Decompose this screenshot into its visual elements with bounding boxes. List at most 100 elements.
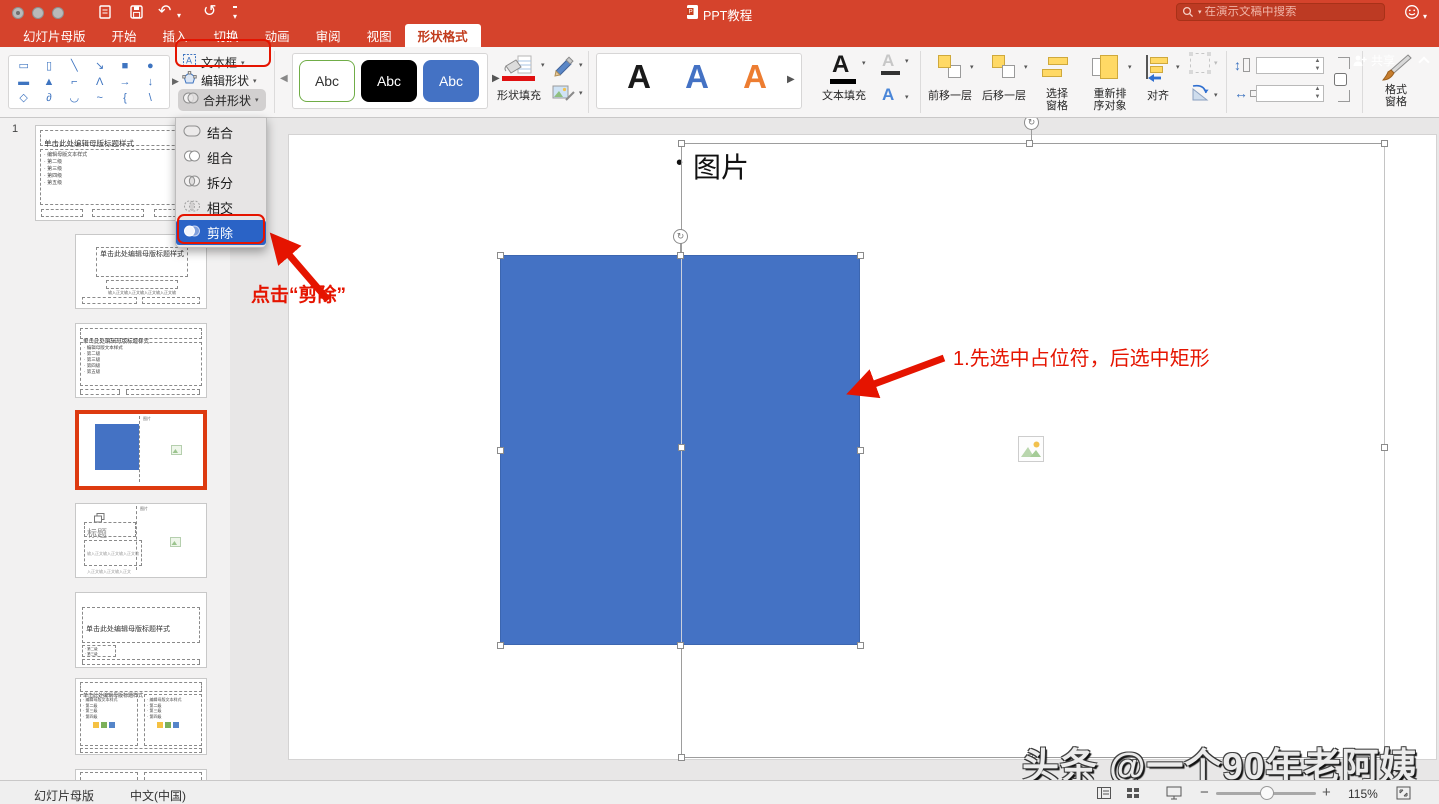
zoom-level[interactable]: 115% [1348, 787, 1378, 801]
zoom-slider-thumb[interactable] [1260, 786, 1274, 800]
normal-view-icon[interactable] [1097, 787, 1111, 802]
menu-item-fragment[interactable]: 拆分 [176, 170, 266, 195]
undo-dropdown-icon[interactable]: ▾ [177, 8, 181, 24]
redo-icon[interactable]: ↺ [203, 4, 216, 20]
shape-fill-caret-icon[interactable]: ▾ [541, 61, 545, 69]
close-window-icon[interactable] [12, 7, 24, 19]
shape-icon[interactable]: ◡ [62, 91, 87, 105]
style-gallery-next-icon[interactable]: ▶ [492, 73, 500, 84]
tab-transitions[interactable]: 切换 [201, 24, 252, 47]
shape-icon[interactable]: ■ [112, 59, 137, 73]
selection-handle[interactable] [678, 754, 685, 761]
rotate-objects-caret-icon[interactable]: ▾ [1214, 91, 1218, 99]
shape-fill-button[interactable] [502, 55, 534, 84]
selection-handle[interactable] [677, 252, 684, 259]
picture-placeholder-icon[interactable] [1018, 436, 1044, 467]
menu-item-subtract[interactable]: 剪除 [176, 220, 266, 245]
shape-icon[interactable]: ↓ [138, 75, 163, 89]
height-stepper[interactable]: ▲▼ [1312, 57, 1323, 74]
shape-outline-caret-icon[interactable]: ▾ [579, 61, 583, 69]
tab-insert[interactable]: 插入 [150, 24, 201, 47]
tab-review[interactable]: 审阅 [303, 24, 354, 47]
content-placeholder-text[interactable]: • 图片 [676, 146, 749, 186]
feedback-caret-icon[interactable]: ▾ [1423, 9, 1427, 25]
more-commands-icon[interactable]: ▾ [233, 6, 237, 25]
shape-style-option[interactable]: Abc [423, 60, 479, 102]
shape-icon[interactable]: → [112, 75, 137, 89]
text-effects-button[interactable]: A [882, 85, 894, 105]
tab-slide-master[interactable]: 幻灯片母版 [10, 24, 99, 47]
text-effects-caret-icon[interactable]: ▾ [905, 93, 909, 101]
selection-handle[interactable] [497, 642, 504, 649]
shape-icon[interactable]: ⌐ [62, 75, 87, 89]
shape-icon[interactable]: ◇ [11, 91, 36, 105]
selection-handle[interactable] [677, 642, 684, 649]
shape-outline-button[interactable] [552, 55, 576, 82]
selection-handle[interactable] [1381, 140, 1388, 147]
shape-icon[interactable]: Λ [87, 75, 112, 89]
bring-forward-caret-icon[interactable]: ▾ [970, 63, 974, 71]
selection-handle[interactable] [678, 140, 685, 147]
edit-shape-button[interactable]: 编辑形状▾ [182, 71, 257, 90]
search-box[interactable]: ▾ [1176, 3, 1385, 21]
shape-icon[interactable]: ↘ [87, 59, 112, 73]
shape-icon[interactable]: ∂ [36, 91, 61, 105]
shape-icon[interactable]: \ [138, 91, 163, 105]
selection-handle[interactable] [497, 252, 504, 259]
selection-handle[interactable] [857, 252, 864, 259]
slide-thumbnail-layout[interactable]: 单击此处编辑母版标题样式 第二级 第三级 [75, 592, 207, 668]
shape-gallery-expand-icon[interactable]: ▶ [172, 76, 179, 87]
tab-shape-format[interactable]: 形状格式 [405, 24, 481, 47]
zoom-out-button[interactable]: − [1200, 784, 1209, 801]
selection-handle[interactable] [857, 447, 864, 454]
menu-item-combine[interactable]: 组合 [176, 145, 266, 170]
format-pane-button[interactable]: 格式窗格 [1376, 85, 1416, 108]
zoom-window-icon[interactable] [52, 7, 64, 19]
shape-icon[interactable]: ● [138, 59, 163, 73]
shape-icon[interactable]: ▬ [11, 75, 36, 89]
reorder-objects-caret-icon[interactable]: ▾ [1128, 63, 1132, 71]
wordart-style-option[interactable]: A [675, 58, 719, 96]
slideshow-icon[interactable] [1166, 786, 1182, 803]
shape-icon[interactable]: { [112, 91, 137, 105]
selection-handle[interactable] [1026, 140, 1033, 147]
shape-icon[interactable]: ╲ [62, 59, 87, 73]
zoom-in-button[interactable]: + [1322, 784, 1331, 801]
lock-aspect-ratio-checkbox[interactable] [1334, 73, 1347, 86]
tab-home[interactable]: 开始 [99, 24, 150, 47]
text-fill-caret-icon[interactable]: ▾ [862, 59, 866, 67]
selection-handle[interactable] [678, 444, 685, 451]
width-stepper[interactable]: ▲▼ [1312, 85, 1323, 102]
save-icon[interactable] [129, 4, 144, 24]
undo-icon[interactable]: ↶ [158, 4, 171, 20]
text-outline-button[interactable]: A [882, 51, 894, 71]
reorder-objects-button[interactable]: 重新排序对象 [1082, 89, 1138, 112]
search-scope-caret-icon[interactable]: ▾ [1198, 8, 1202, 16]
fit-to-window-icon[interactable] [1396, 786, 1411, 803]
textbox-button[interactable]: A 文本框▾ [182, 53, 245, 72]
slide-thumbnail-layout[interactable]: 单击此处编辑母版标题样式 编辑母版文本样式 第二级 第三级 第四级 编辑母版文本… [75, 678, 207, 755]
shape-style-option[interactable]: Abc [361, 60, 417, 102]
rectangle-rotate-handle[interactable]: ↻ [673, 229, 688, 244]
selection-pane-button[interactable]: 选择窗格 [1036, 89, 1078, 112]
text-fill-button[interactable]: A [832, 51, 849, 79]
new-slide-icon[interactable] [98, 4, 113, 24]
shape-icon[interactable]: ~ [87, 91, 112, 105]
align-button[interactable]: 对齐 [1136, 91, 1180, 103]
shape-effects-button[interactable] [552, 83, 576, 107]
slide-thumbnail-layout[interactable]: 单击此处编辑母版标题样式 编辑母版文本样式 第二级 第三级 第四级 第五级 [75, 323, 207, 398]
minimize-window-icon[interactable] [32, 7, 44, 19]
shape-icon[interactable]: ▯ [36, 59, 61, 73]
slide-thumbnail-selected[interactable]: 图片 [75, 410, 207, 490]
wordart-style-option[interactable]: A [617, 58, 661, 96]
status-language[interactable]: 中文(中国) [130, 787, 186, 804]
menu-item-intersect[interactable]: 相交 [176, 195, 266, 220]
text-outline-caret-icon[interactable]: ▾ [905, 57, 909, 65]
shape-effects-caret-icon[interactable]: ▾ [579, 89, 583, 97]
style-gallery-prev-icon[interactable]: ◀ [280, 73, 288, 84]
shape-icon[interactable]: ▭ [11, 59, 36, 73]
slide-sorter-icon[interactable] [1127, 787, 1141, 802]
selection-handle[interactable] [857, 642, 864, 649]
selection-handle[interactable] [497, 447, 504, 454]
merge-shapes-button[interactable]: 合并形状▾ [178, 89, 266, 111]
